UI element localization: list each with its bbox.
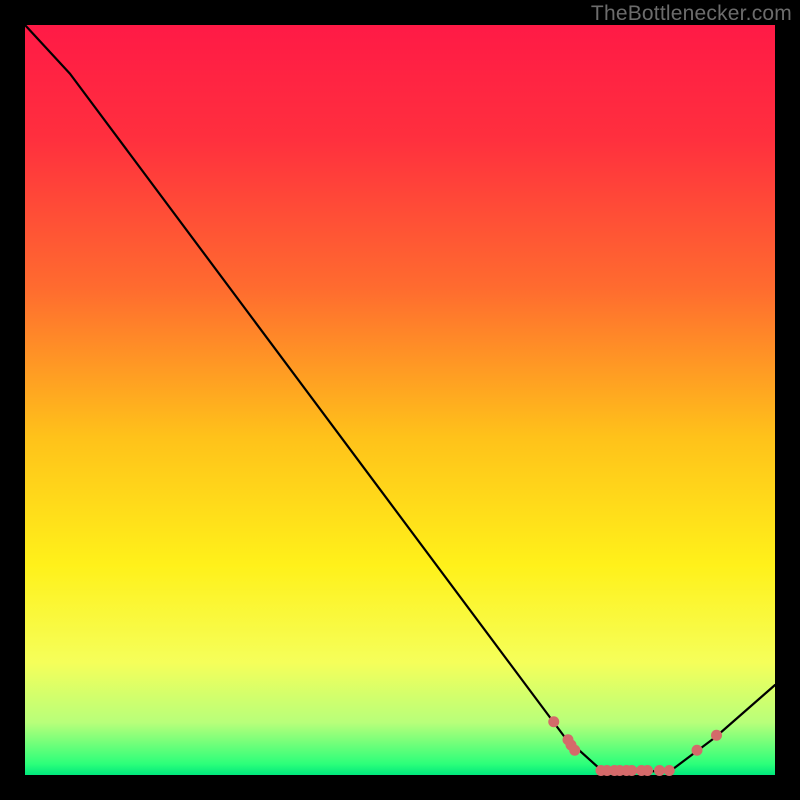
- chart-canvas: TheBottlenecker.com: [0, 0, 800, 800]
- marker-dot: [548, 716, 559, 727]
- gradient-background: [25, 25, 775, 775]
- watermark-label: TheBottlenecker.com: [591, 2, 792, 26]
- marker-dot: [664, 765, 675, 776]
- marker-dot: [692, 745, 703, 756]
- marker-dot: [626, 765, 637, 776]
- marker-dot: [569, 745, 580, 756]
- marker-dot: [642, 765, 653, 776]
- chart-svg: [0, 0, 800, 800]
- marker-dot: [711, 730, 722, 741]
- marker-dot: [654, 765, 665, 776]
